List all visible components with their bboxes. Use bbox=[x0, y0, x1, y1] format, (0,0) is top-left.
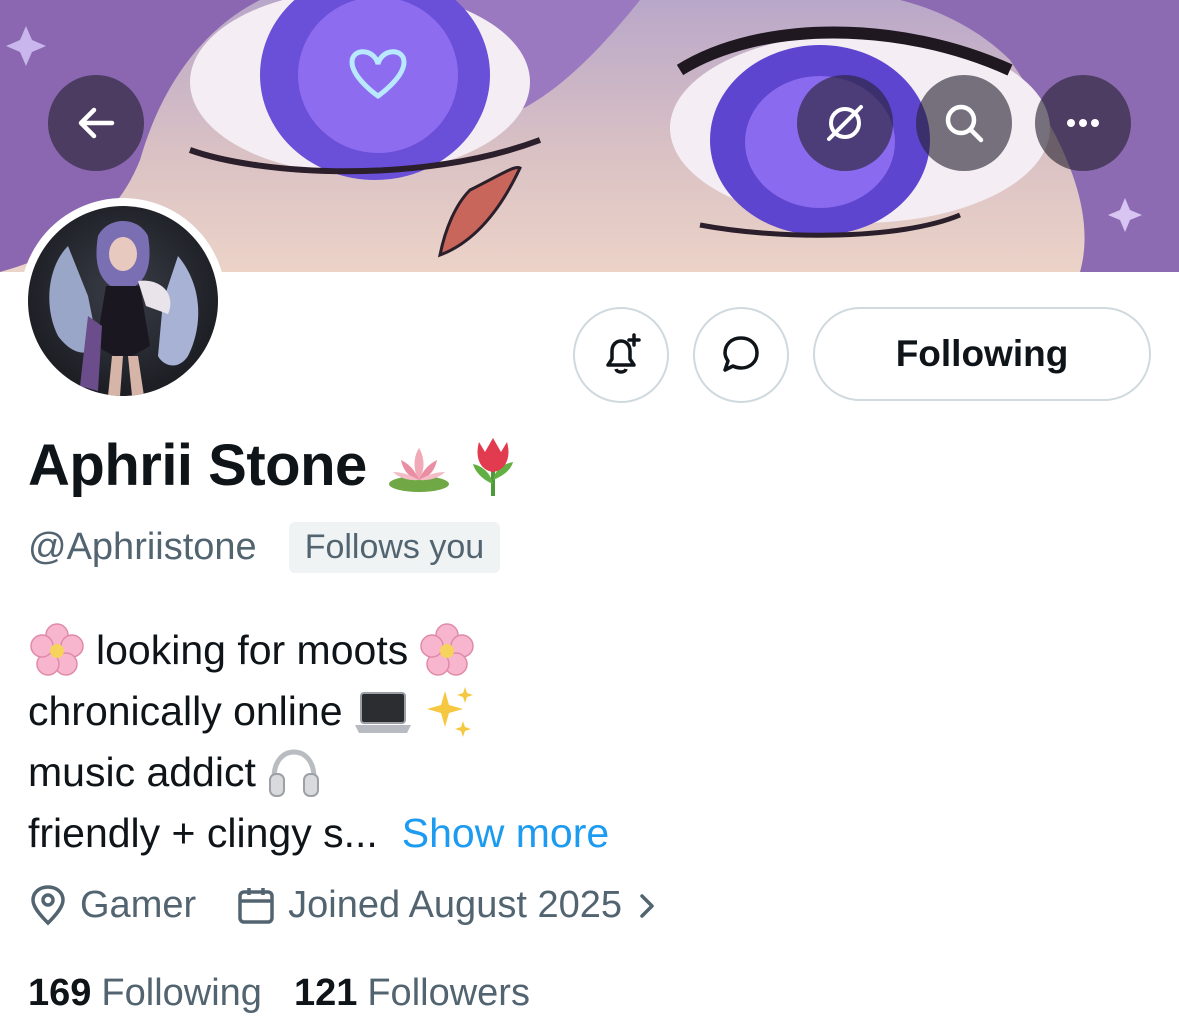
bio-line-4: friendly + clingy s... bbox=[28, 810, 378, 856]
bio-line: music addict bbox=[28, 742, 609, 803]
notify-button[interactable] bbox=[573, 307, 669, 403]
avatar-image bbox=[28, 206, 218, 396]
headphones-icon bbox=[266, 746, 322, 800]
search-icon bbox=[945, 104, 984, 143]
bio: looking for moots chronically online mus… bbox=[28, 620, 609, 864]
tulip-emoji-icon bbox=[467, 434, 519, 498]
bell-plus-icon bbox=[606, 333, 641, 374]
joined-item[interactable]: Joined August 2025 bbox=[236, 884, 672, 927]
message-button[interactable] bbox=[693, 307, 789, 403]
calendar-icon bbox=[238, 887, 274, 924]
following-label: Following bbox=[101, 972, 262, 1014]
back-button[interactable] bbox=[48, 75, 144, 171]
location-text: Gamer bbox=[80, 884, 197, 926]
display-name: Aphrii Stone bbox=[28, 433, 367, 498]
cherry-blossom-icon bbox=[418, 622, 476, 680]
following-stat[interactable]: 169 Following bbox=[28, 972, 262, 1015]
bio-line: chronically online bbox=[28, 681, 609, 742]
bio-line-2: chronically online bbox=[28, 688, 343, 734]
follows-you-badge: Follows you bbox=[288, 522, 501, 573]
location-item: Gamer bbox=[28, 884, 196, 927]
following-count: 169 bbox=[28, 972, 92, 1014]
lotus-emoji-icon bbox=[387, 438, 451, 494]
display-name-row: Aphrii Stone bbox=[28, 432, 519, 499]
search-button[interactable] bbox=[916, 75, 1012, 171]
avatar[interactable] bbox=[20, 198, 226, 404]
laptop-icon bbox=[353, 689, 413, 735]
message-bubble-icon bbox=[723, 336, 759, 372]
bio-line: looking for moots bbox=[28, 620, 609, 681]
bio-line-1: looking for moots bbox=[96, 627, 409, 673]
bio-line: friendly + clingy s... Show more bbox=[28, 803, 609, 864]
show-more-link[interactable]: Show more bbox=[402, 803, 609, 864]
bio-line-3: music addict bbox=[28, 749, 256, 795]
profile-stats: 169 Following 121 Followers bbox=[28, 972, 530, 1015]
location-pin-icon bbox=[31, 884, 65, 925]
following-button[interactable]: Following bbox=[813, 307, 1151, 401]
grok-button[interactable] bbox=[797, 75, 893, 171]
followers-stat[interactable]: 121 Followers bbox=[294, 972, 530, 1015]
followers-label: Followers bbox=[367, 972, 530, 1014]
more-horizontal-icon bbox=[1067, 119, 1099, 127]
sparkles-icon bbox=[423, 685, 477, 739]
grok-icon bbox=[827, 105, 863, 141]
handle-row: @Aphriistone Follows you bbox=[28, 522, 501, 573]
profile-meta: Gamer Joined August 2025 bbox=[28, 884, 672, 927]
user-handle: @Aphriistone bbox=[28, 526, 257, 568]
more-button[interactable] bbox=[1035, 75, 1131, 171]
joined-text: Joined August 2025 bbox=[288, 884, 622, 926]
chevron-right-icon bbox=[640, 893, 654, 918]
arrow-left-icon bbox=[78, 107, 115, 139]
followers-count: 121 bbox=[293, 972, 358, 1014]
cherry-blossom-icon bbox=[28, 622, 86, 680]
